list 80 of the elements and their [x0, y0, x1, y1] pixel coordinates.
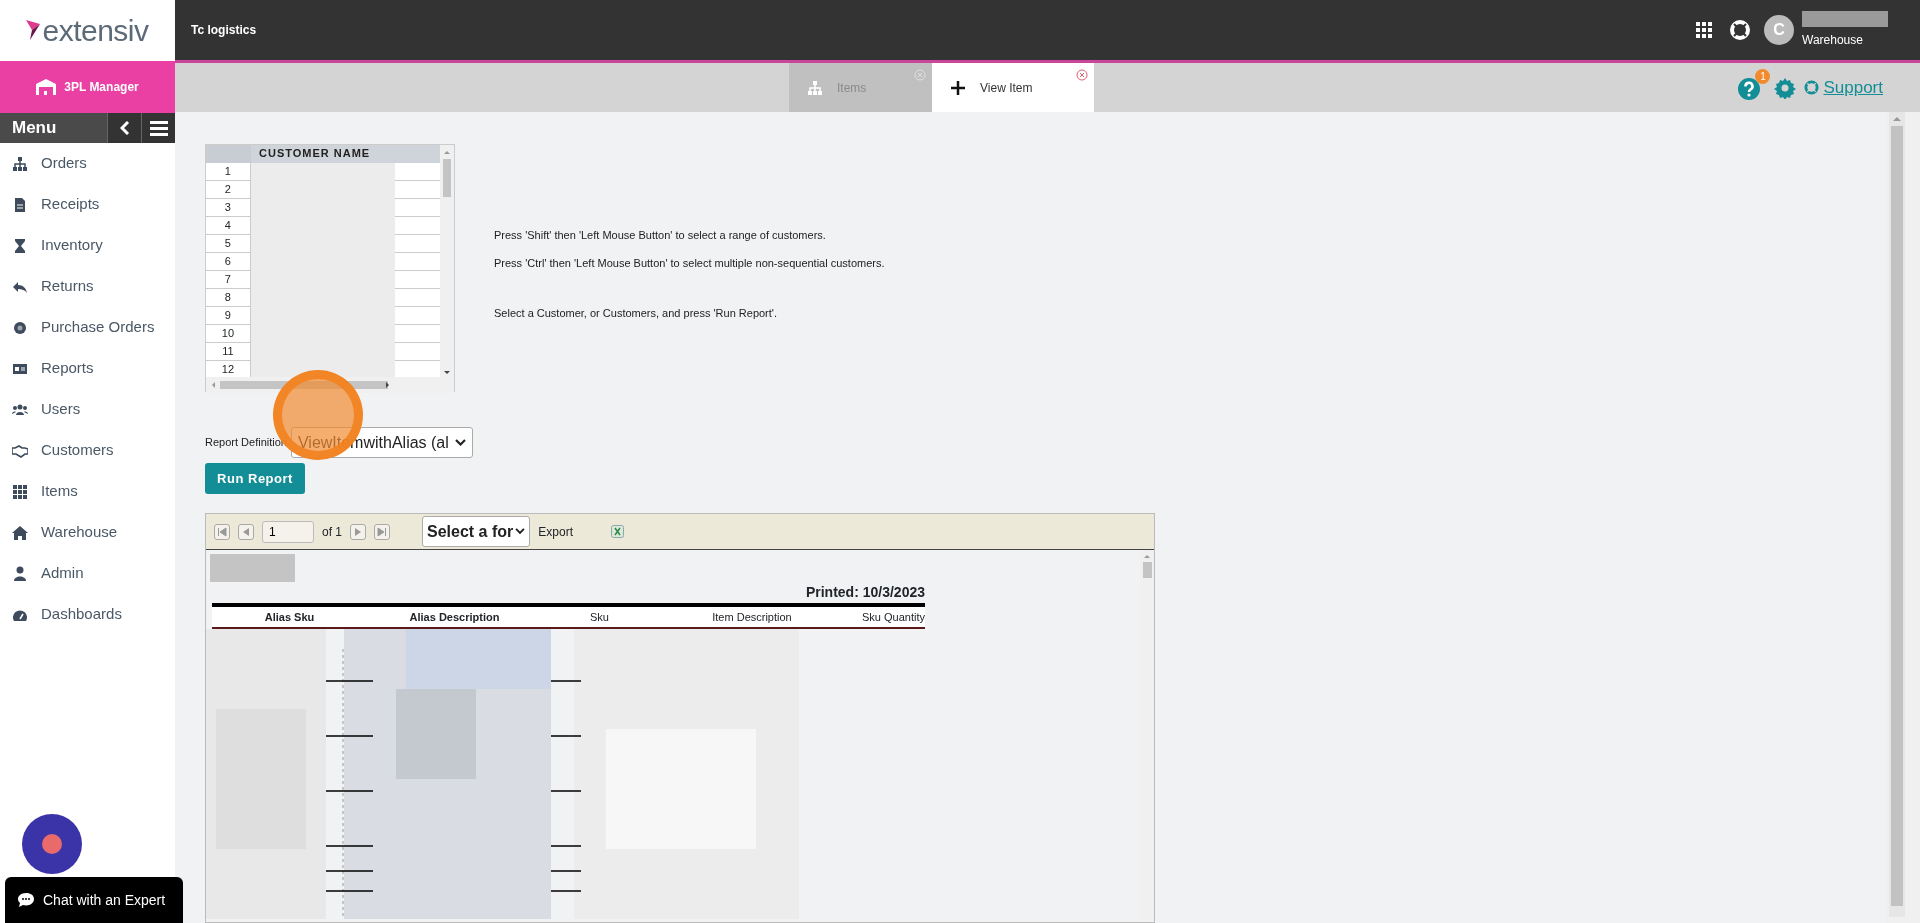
menu-item[interactable]: Warehouse	[0, 512, 175, 553]
skip-forward-icon	[377, 526, 387, 537]
help-icon[interactable]	[1738, 78, 1761, 101]
run-report-button[interactable]: Run Report	[205, 463, 305, 494]
row-number: 7	[206, 271, 251, 289]
row-number: 1	[206, 163, 251, 181]
row-number: 2	[206, 181, 251, 199]
page-count: of 1	[322, 523, 342, 541]
collapse-button[interactable]	[107, 113, 141, 143]
row-number: 11	[206, 343, 251, 361]
menu-icon	[149, 120, 168, 136]
export-label: Export	[538, 523, 573, 541]
last-page-button[interactable]	[374, 523, 390, 540]
previous-page-button[interactable]	[238, 523, 254, 540]
menu-item[interactable]: Dashboards	[0, 594, 175, 635]
menu-item[interactable]: Admin	[0, 553, 175, 594]
instruction-text: Select a Customer, or Customers, and press 'Run Report'.	[494, 306, 778, 321]
menu-item[interactable]: Purchase Orders	[0, 307, 175, 348]
person-icon	[12, 565, 28, 582]
close-icon[interactable]	[1076, 69, 1088, 81]
first-page-button[interactable]	[214, 523, 230, 540]
row-number: 5	[206, 235, 251, 253]
chevron-down-icon	[454, 438, 466, 447]
column-header: Sku Quantity	[861, 609, 925, 625]
menu-button[interactable]	[141, 113, 175, 143]
row-number: 3	[206, 199, 251, 217]
warehouse-icon	[36, 79, 57, 95]
row-number: 4	[206, 217, 251, 235]
logo-text: extensiv	[42, 15, 149, 46]
record-button[interactable]	[22, 814, 82, 874]
user-role: Warehouse	[1802, 32, 1864, 49]
tab[interactable]: View Item	[932, 63, 1094, 112]
menu-item[interactable]: Returns	[0, 266, 175, 307]
notification-badge: 1	[1755, 68, 1771, 84]
column-header: Sku	[589, 609, 610, 625]
vertical-scrollbar[interactable]	[440, 145, 454, 377]
column-header: Alias Sku	[263, 609, 316, 625]
product-name: 3PL Manager	[64, 79, 139, 96]
column-header: Alias Description	[408, 609, 501, 625]
instruction-text: Press 'Ctrl' then 'Left Mouse Button' to select multiple non-sequential customers.	[494, 255, 885, 271]
printed-date: Printed: 10/3/2023	[804, 583, 925, 602]
skip-back-icon	[217, 526, 227, 537]
format-select[interactable]: Select a for	[422, 516, 531, 547]
row-number: 6	[206, 253, 251, 271]
menu-title: Menu	[11, 117, 58, 140]
column-header: Item Description	[711, 609, 793, 625]
settings-icon[interactable]	[1774, 76, 1797, 99]
triangle-left-icon	[241, 526, 251, 537]
menu-item[interactable]: Customers	[0, 430, 175, 471]
hourglass-icon	[12, 237, 28, 254]
page-scrollbar[interactable]	[1889, 112, 1905, 917]
menu-item[interactable]: Reports	[0, 348, 175, 389]
sitemap-icon	[807, 79, 823, 96]
menu-item[interactable]: Items	[0, 471, 175, 512]
company-name: Tc logistics	[190, 22, 258, 39]
chat-bubble-icon	[17, 892, 35, 908]
row-number: 9	[206, 307, 251, 325]
export-icon[interactable]	[610, 525, 624, 538]
chevron-down-icon	[515, 528, 526, 535]
chevron-left-icon	[119, 121, 130, 135]
menu-item[interactable]: Inventory	[0, 225, 175, 266]
logo-mark-icon	[26, 19, 43, 42]
grid-icon	[12, 483, 28, 500]
menu-item[interactable]: Receipts	[0, 184, 175, 225]
row-number: 10	[206, 325, 251, 343]
lifebuoy-icon	[1804, 80, 1820, 95]
page-field[interactable]: 1	[262, 520, 314, 543]
document-icon	[12, 196, 28, 213]
instruction-text: Press 'Shift' then 'Left Mouse Button' to select a range of customers.	[494, 228, 827, 243]
menu-item[interactable]: Users	[0, 389, 175, 430]
sitemap-icon	[12, 155, 28, 172]
row-number: 8	[206, 289, 251, 307]
triangle-right-icon	[353, 526, 363, 537]
apps-grid-icon[interactable]	[1696, 22, 1712, 38]
chat-button[interactable]: Chat with an Expert	[5, 877, 183, 923]
plus-icon	[950, 79, 966, 96]
menu-item[interactable]: Orders	[0, 143, 175, 184]
next-page-button[interactable]	[350, 523, 366, 540]
lifebuoy-icon[interactable]	[1730, 20, 1750, 40]
house-icon	[12, 524, 28, 541]
